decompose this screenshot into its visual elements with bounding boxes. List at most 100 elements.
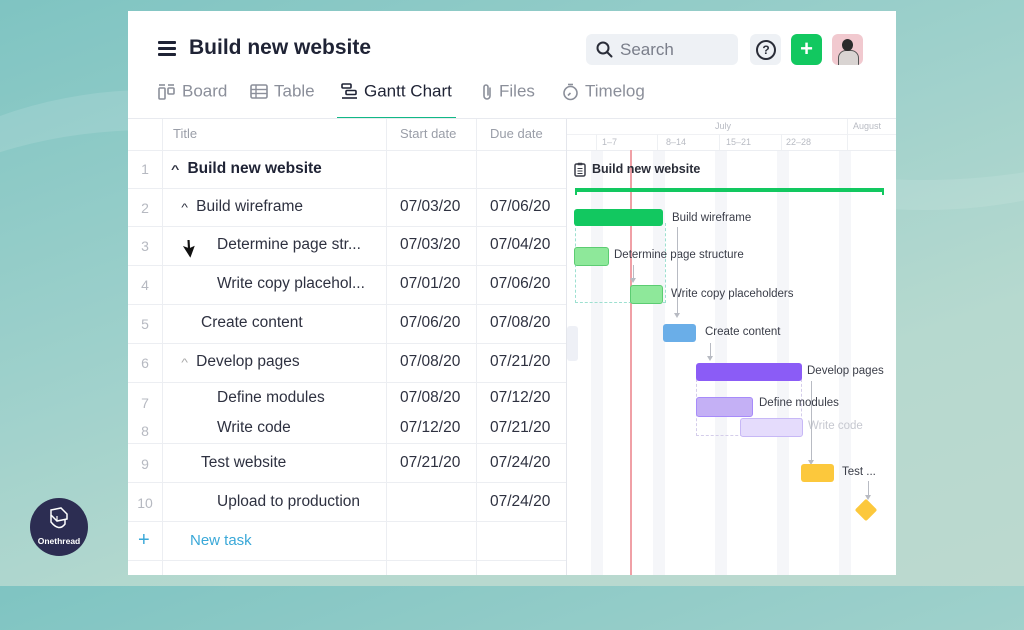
gantt-bar-label: Write code (808, 420, 863, 432)
gantt-bar-label: Define modules (759, 397, 839, 409)
due-date[interactable]: 07/08/20 (490, 314, 550, 332)
column-start-date[interactable]: Start date (400, 126, 456, 141)
project-label: Build new website (592, 162, 701, 176)
gantt-chart: July August 1–7 8–14 15–21 22–28 Build n… (567, 119, 896, 575)
month-header: July August (567, 119, 896, 135)
new-task-row[interactable]: + New task (128, 522, 566, 561)
collapse-caret-icon[interactable]: ^ (181, 202, 188, 214)
week-header: 1–7 8–14 15–21 22–28 (567, 134, 896, 151)
app-window: Build new website Search ? + Board Table… (128, 11, 896, 575)
task-title: Build wireframe (196, 198, 303, 215)
task-title: Build new website (187, 160, 322, 177)
gantt-bar-label: Determine page structure (614, 249, 744, 261)
stopwatch-icon (563, 83, 578, 100)
table-row[interactable]: 4 Write copy placehol... 07/01/20 07/06/… (128, 266, 566, 305)
onethread-logo: Onethread (30, 498, 88, 556)
start-date[interactable]: 07/08/20 (400, 389, 460, 407)
month-label: August (853, 121, 882, 131)
menu-icon[interactable] (158, 41, 176, 56)
collapse-caret-icon[interactable]: ^ (171, 164, 179, 176)
gantt-bar[interactable] (630, 285, 663, 304)
due-date[interactable]: 07/21/20 (490, 419, 550, 437)
gantt-bar[interactable] (663, 324, 696, 342)
start-date[interactable]: 07/21/20 (400, 454, 460, 472)
top-bar: Build new website Search ? + (128, 11, 896, 86)
gantt-bar[interactable] (574, 209, 663, 226)
table-row[interactable]: 2 ^ Build wireframe 07/03/20 07/06/20 (128, 189, 566, 227)
due-date[interactable]: 07/06/20 (490, 275, 550, 293)
due-date[interactable]: 07/06/20 (490, 198, 550, 216)
page-title: Build new website (189, 36, 372, 59)
paperclip-icon (483, 83, 491, 100)
week-label: 1–7 (602, 137, 618, 147)
new-task-button[interactable]: New task (190, 532, 252, 549)
due-date[interactable]: 07/24/20 (490, 454, 550, 472)
table-row[interactable]: 5 Create content 07/06/20 07/08/20 (128, 305, 566, 344)
gantt-bar-label: Develop pages (807, 365, 884, 377)
tab-gantt-chart[interactable]: Gantt Chart (337, 81, 456, 119)
help-icon: ? (756, 40, 776, 60)
task-title: Define modules (217, 389, 325, 406)
table-icon (250, 84, 268, 99)
clipboard-icon (574, 162, 586, 177)
month-label: July (715, 121, 732, 131)
table-row[interactable]: 9 Test website 07/21/20 07/24/20 (128, 444, 566, 483)
task-title: Develop pages (196, 353, 300, 370)
gantt-bar[interactable] (740, 418, 803, 437)
gantt-bar-label: Create content (705, 326, 781, 338)
project-summary-bar[interactable] (575, 188, 884, 192)
task-title: Determine page str... (217, 236, 361, 253)
table-row[interactable]: 1 ^ Build new website (128, 150, 566, 189)
table-row[interactable]: 6 ^ Develop pages 07/08/20 07/21/20 (128, 344, 566, 383)
gantt-bar[interactable] (574, 247, 609, 266)
start-date[interactable]: 07/03/20 (400, 198, 460, 216)
gantt-bar[interactable] (801, 464, 834, 482)
tab-board[interactable]: Board (158, 81, 227, 117)
search-input[interactable]: Search (586, 34, 738, 65)
gantt-bar[interactable] (696, 397, 753, 417)
week-label: 8–14 (666, 137, 687, 147)
gantt-bar-label: Build wireframe (672, 212, 752, 224)
tab-files[interactable]: Files (481, 81, 535, 117)
tab-timelog[interactable]: Timelog (562, 81, 645, 117)
search-icon (596, 41, 613, 58)
task-title: Create content (201, 314, 303, 331)
task-table: Title Start date Due date 1 ^ Build new w… (128, 119, 567, 575)
onethread-logo-icon (50, 507, 68, 529)
due-date[interactable]: 07/21/20 (490, 353, 550, 371)
search-placeholder: Search (620, 40, 674, 59)
start-date[interactable]: 07/01/20 (400, 275, 460, 293)
table-row[interactable]: 7 Define modules 07/08/20 07/12/20 (128, 383, 566, 413)
gantt-bar[interactable] (696, 363, 802, 381)
panel-collapse-handle[interactable] (567, 326, 578, 361)
start-date[interactable]: 07/03/20 (400, 236, 460, 254)
add-button[interactable]: + (791, 34, 822, 65)
logo-text: Onethread (37, 536, 81, 546)
help-button[interactable]: ? (750, 34, 781, 65)
start-date[interactable]: 07/12/20 (400, 419, 460, 437)
milestone-diamond[interactable] (854, 498, 878, 522)
table-row[interactable]: 8 Write code 07/12/20 07/21/20 (128, 413, 566, 444)
table-header: Title Start date Due date (128, 119, 566, 151)
task-title: Write code (217, 419, 291, 436)
gantt-icon (341, 83, 357, 99)
gantt-bar-label: Test ... (842, 466, 876, 478)
table-row[interactable]: 10 Upload to production 07/24/20 (128, 483, 566, 522)
column-due-date[interactable]: Due date (490, 126, 543, 141)
due-date[interactable]: 07/24/20 (490, 493, 550, 511)
task-title: Upload to production (217, 493, 361, 510)
task-title: Test website (201, 454, 287, 471)
week-label: 22–28 (786, 137, 812, 147)
column-title[interactable]: Title (173, 126, 197, 141)
due-date[interactable]: 07/12/20 (490, 389, 550, 407)
collapse-caret-icon[interactable]: ^ (181, 357, 188, 369)
due-date[interactable]: 07/04/20 (490, 236, 550, 254)
avatar[interactable] (832, 34, 863, 65)
start-date[interactable]: 07/08/20 (400, 353, 460, 371)
gantt-bar-label: Write copy placeholders (671, 288, 794, 300)
start-date[interactable]: 07/06/20 (400, 314, 460, 332)
task-title: Write copy placehol... (217, 275, 365, 292)
add-task-icon[interactable]: + (138, 529, 150, 552)
week-label: 15–21 (726, 137, 752, 147)
tab-table[interactable]: Table (250, 81, 315, 117)
